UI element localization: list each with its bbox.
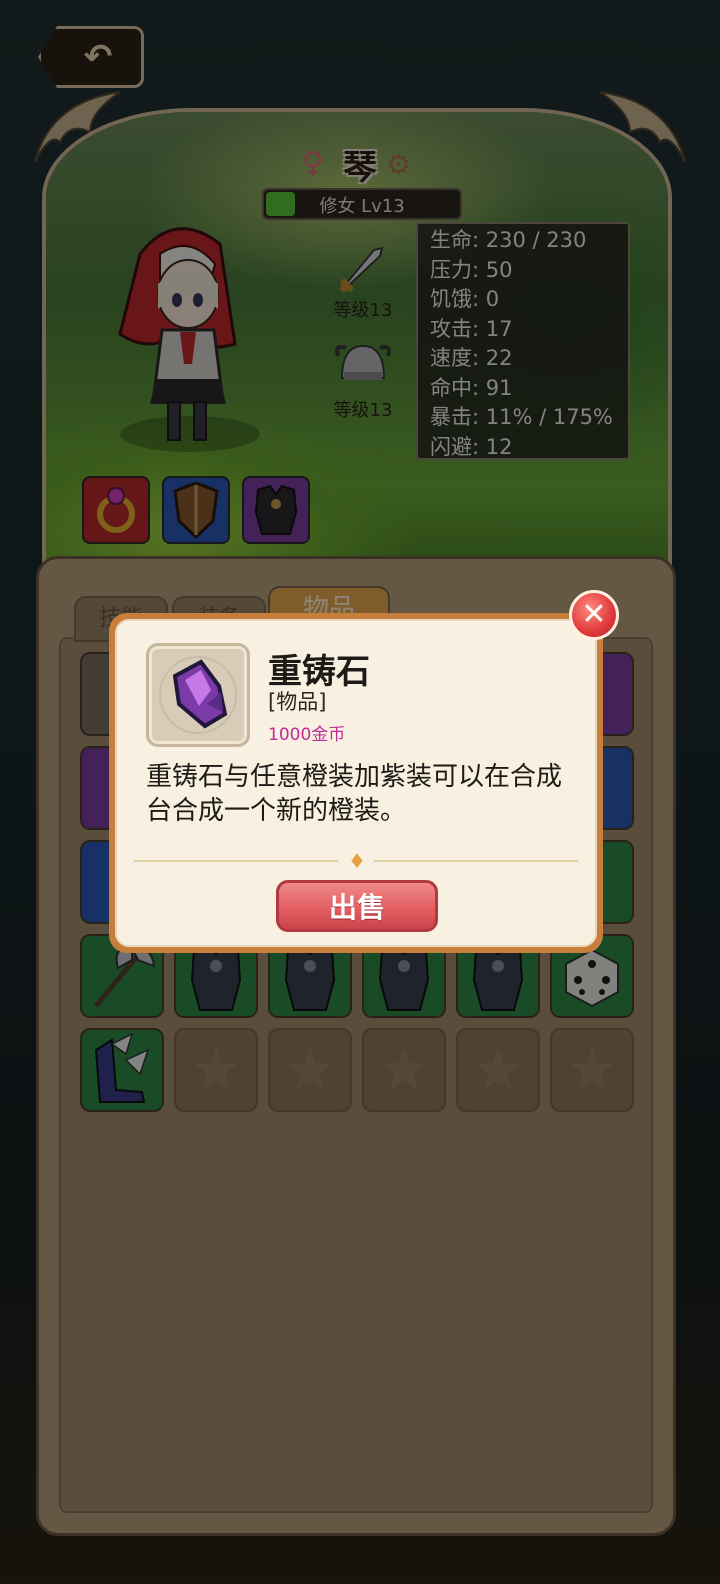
sell-button-label: 出售 <box>328 891 385 924</box>
close-button[interactable]: ✕ <box>569 590 619 640</box>
item-thumbnail <box>146 643 250 747</box>
divider <box>134 860 338 862</box>
sell-button[interactable]: 出售 <box>276 880 438 932</box>
item-type: [物品] <box>268 690 327 714</box>
diamond-icon: ♦ <box>348 849 366 873</box>
close-icon: ✕ <box>581 597 607 632</box>
item-price: 1000金币 <box>268 725 346 745</box>
reforge-stone-icon <box>159 656 237 734</box>
divider <box>374 860 578 862</box>
item-description: 重铸石与任意橙装加紫装可以在合成台合成一个新的橙装。 <box>146 762 563 826</box>
